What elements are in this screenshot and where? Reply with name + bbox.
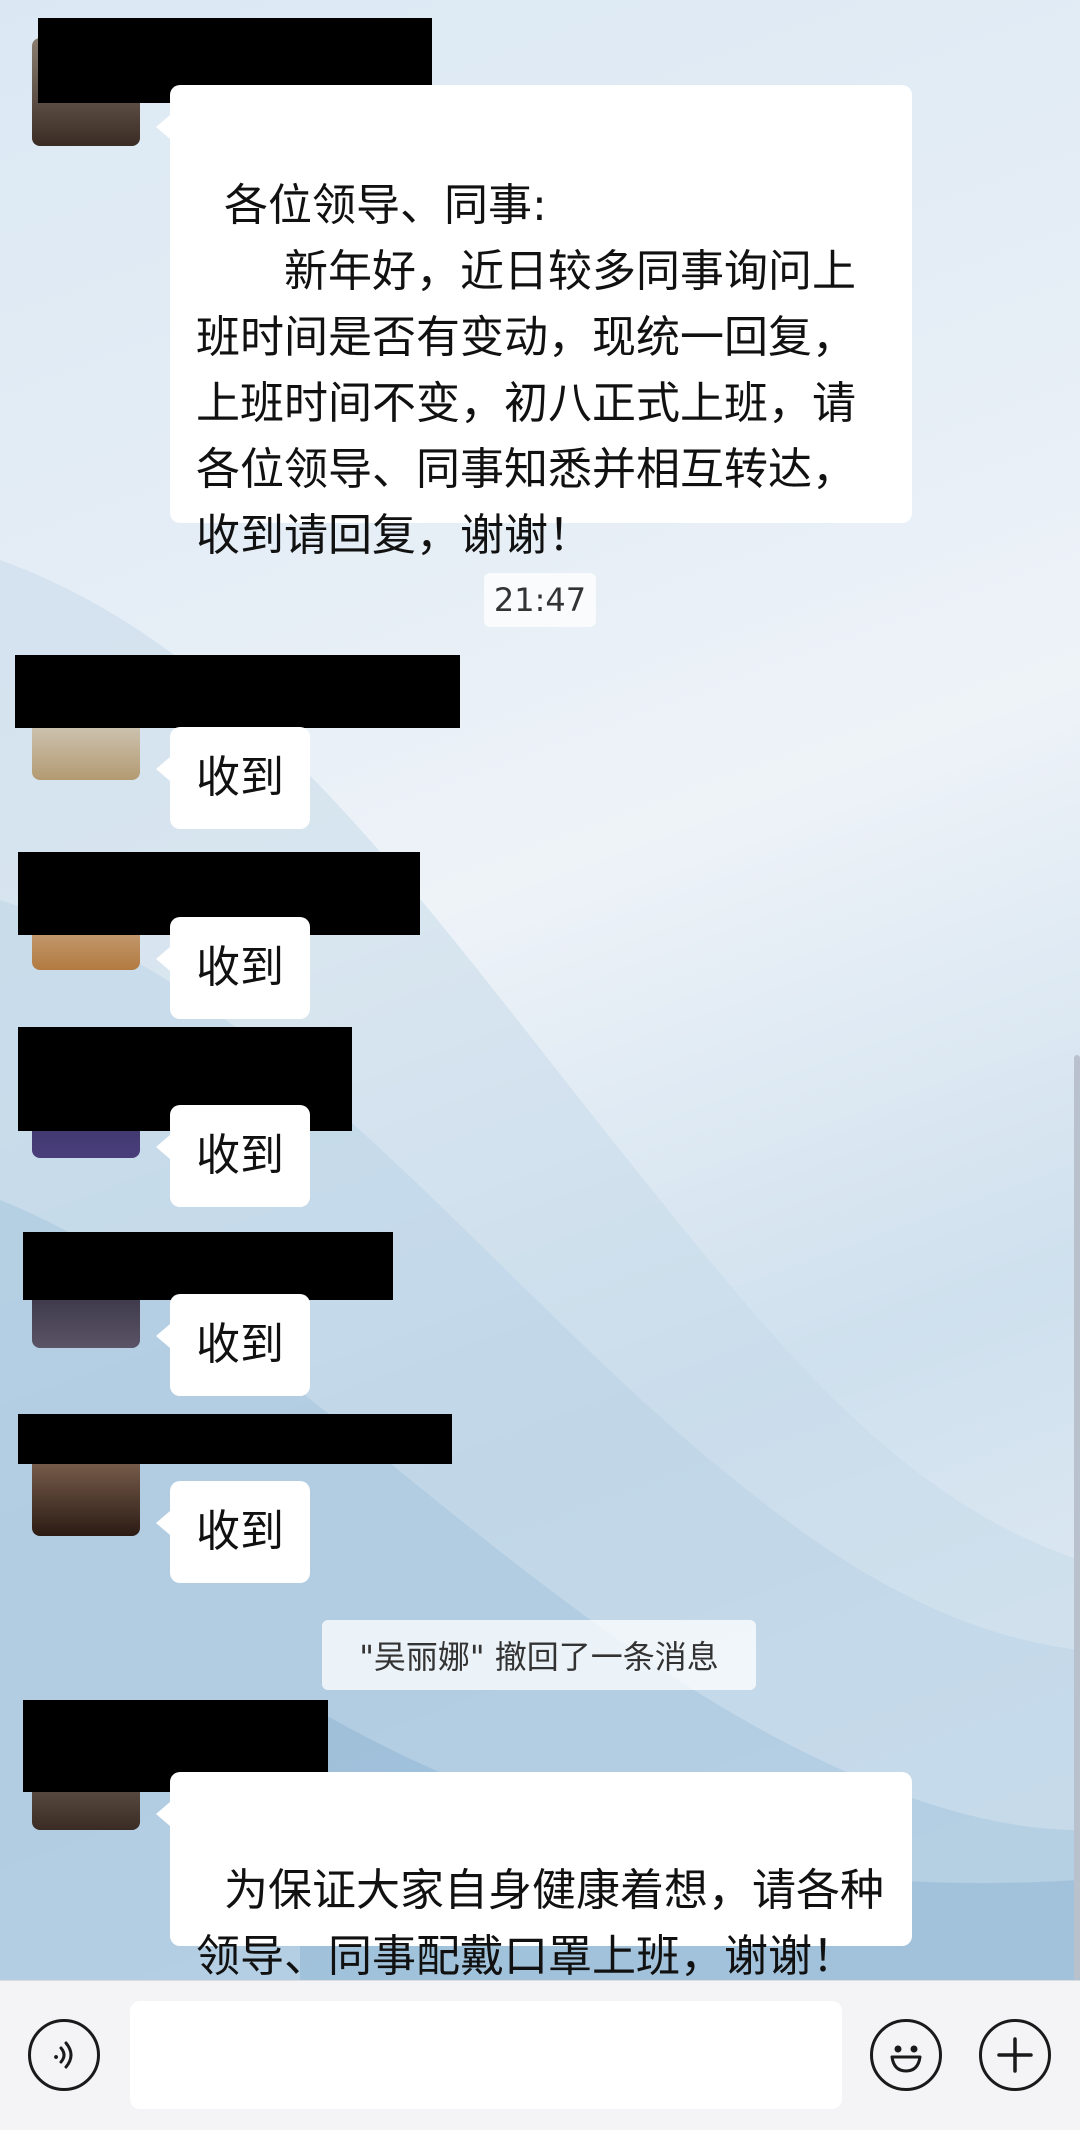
message-text: 收到 [196, 1319, 284, 1370]
message-bubble-notice[interactable]: 各位领导、同事: 新年好，近日较多同事询问上 班时间是否有变动，现统一回复， 上… [156, 85, 912, 561]
redacted-sender-name [18, 1414, 452, 1464]
plus-icon [997, 2037, 1033, 2073]
message-bubble-reply[interactable]: 收到 [156, 1105, 310, 1207]
message-text: 收到 [196, 942, 284, 993]
message-bubble-reply[interactable]: 收到 [156, 917, 310, 1019]
timestamp-text: 21:47 [493, 581, 587, 619]
message-bubble-mask-notice[interactable]: 为保证大家自身健康着想，请各种 领导、同事配戴口罩上班，谢谢！ [156, 1772, 912, 1982]
message-text: 收到 [196, 1130, 284, 1181]
timestamp-label: 21:47 [484, 573, 596, 627]
input-bar [0, 1980, 1080, 2130]
message-bubble-reply[interactable]: 收到 [156, 1294, 310, 1396]
redacted-sender-name [15, 655, 460, 728]
emoji-button[interactable] [870, 2019, 942, 2091]
recall-notice: "吴丽娜" 撤回了一条消息 [322, 1620, 756, 1690]
voice-icon [54, 2041, 73, 2069]
recall-notice-text: "吴丽娜" 撤回了一条消息 [359, 1638, 719, 1676]
message-text: 收到 [196, 752, 284, 803]
message-text: 收到 [196, 1506, 284, 1557]
message-input[interactable] [130, 2001, 842, 2109]
message-text: 为保证大家自身健康着想，请各种 领导、同事配戴口罩上班，谢谢！ [196, 1865, 884, 1982]
voice-button[interactable] [28, 2019, 100, 2091]
message-bubble-reply[interactable]: 收到 [156, 1481, 310, 1583]
plus-button[interactable] [979, 2019, 1051, 2091]
scrollbar[interactable] [1074, 1055, 1080, 1980]
redacted-sender-name [23, 1232, 393, 1300]
message-bubble-reply[interactable]: 收到 [156, 727, 310, 829]
message-text: 各位领导、同事: 新年好，近日较多同事询问上 班时间是否有变动，现统一回复， 上… [196, 180, 856, 561]
emoji-icon [890, 2045, 922, 2073]
